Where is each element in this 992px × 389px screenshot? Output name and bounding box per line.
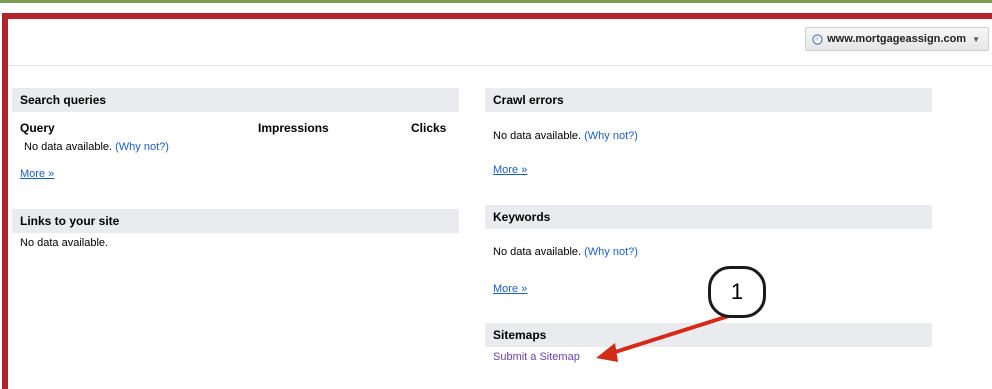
keywords-title: Keywords bbox=[493, 210, 551, 224]
search-queries-title: Search queries bbox=[20, 93, 107, 107]
search-queries-more-link[interactable]: More » bbox=[20, 168, 54, 180]
sitemaps-title: Sitemaps bbox=[493, 328, 547, 342]
crawl-errors-why-not-link[interactable]: (Why not?) bbox=[584, 130, 638, 142]
keywords-why-not-link[interactable]: (Why not?) bbox=[584, 246, 638, 258]
crawl-errors-empty: No data available. (Why not?) bbox=[493, 130, 638, 142]
keywords-more-link[interactable]: More » bbox=[493, 283, 527, 295]
search-queries-empty: No data available. (Why not?) bbox=[24, 141, 169, 153]
search-queries-empty-text: No data available. bbox=[24, 141, 113, 153]
crawl-errors-more-link[interactable]: More » bbox=[493, 164, 527, 176]
annotation-number: 1 bbox=[730, 279, 744, 304]
submit-sitemap-link[interactable]: Submit a Sitemap bbox=[493, 351, 580, 363]
top-strip bbox=[0, 0, 992, 3]
site-selector[interactable]: www.mortgageassign.com ▼ bbox=[805, 27, 989, 51]
keywords-empty-text: No data available. bbox=[493, 246, 582, 258]
chevron-down-icon: ▼ bbox=[972, 34, 980, 44]
keywords-empty: No data available. (Why not?) bbox=[493, 246, 638, 258]
links-empty-text: No data available. bbox=[20, 237, 109, 249]
globe-icon bbox=[812, 33, 823, 45]
header-bar: www.mortgageassign.com ▼ bbox=[8, 19, 992, 66]
annotation-callout: 1 bbox=[708, 266, 766, 318]
sitemaps-header: Sitemaps bbox=[485, 323, 932, 347]
clicks-column-header: Clicks bbox=[411, 121, 447, 135]
search-queries-header: Search queries bbox=[12, 88, 459, 112]
search-queries-why-not-link[interactable]: (Why not?) bbox=[115, 141, 169, 153]
site-selector-label: www.mortgageassign.com bbox=[827, 33, 967, 45]
links-header: Links to your site bbox=[12, 209, 459, 233]
crawl-errors-header: Crawl errors bbox=[485, 88, 932, 112]
query-column-header: Query bbox=[20, 121, 55, 135]
crawl-errors-title: Crawl errors bbox=[493, 93, 564, 107]
impressions-column-header: Impressions bbox=[258, 121, 329, 135]
keywords-header: Keywords bbox=[485, 205, 932, 229]
links-title: Links to your site bbox=[20, 214, 120, 228]
crawl-errors-empty-text: No data available. bbox=[493, 130, 582, 142]
